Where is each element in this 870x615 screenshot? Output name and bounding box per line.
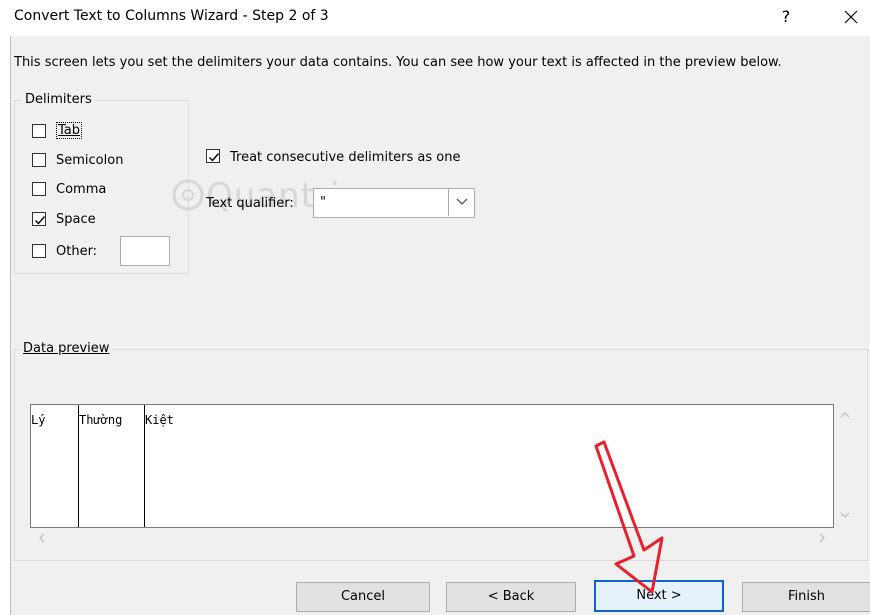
- space-label[interactable]: Space: [56, 212, 96, 227]
- horizontal-scrollbar[interactable]: [30, 528, 834, 548]
- back-button[interactable]: < Back: [446, 582, 576, 612]
- checkmark-icon: [209, 153, 220, 162]
- watermark-icon: [172, 179, 204, 211]
- tab-label[interactable]: Tab: [56, 122, 83, 139]
- chevron-up-icon: [840, 412, 850, 418]
- consecutive-label[interactable]: Treat consecutive delimiters as one: [230, 150, 460, 165]
- tab-checkbox[interactable]: [32, 124, 46, 138]
- window-title: Convert Text to Columns Wizard - Step 2 …: [14, 8, 329, 24]
- finish-button-label: Finish: [787, 589, 825, 604]
- tab-label-text: Tab: [58, 123, 81, 138]
- chevron-right-icon: [819, 533, 825, 543]
- close-icon: [844, 10, 858, 24]
- other-checkbox[interactable]: [32, 244, 46, 258]
- preview-cell: Kiệt: [145, 413, 174, 427]
- help-button[interactable]: ?: [772, 4, 800, 30]
- data-preview-legend: Data preview: [20, 341, 113, 356]
- consecutive-checkbox[interactable]: [206, 149, 220, 163]
- other-delimiter-input[interactable]: [120, 236, 170, 266]
- space-checkbox[interactable]: [32, 212, 46, 226]
- preview-cell: Lý: [31, 413, 46, 427]
- checkmark-icon: [35, 216, 46, 225]
- semicolon-label[interactable]: Semicolon: [56, 153, 123, 168]
- comma-label[interactable]: Comma: [56, 182, 106, 197]
- data-preview-grid[interactable]: Lý Thường Kiệt: [30, 404, 834, 528]
- chevron-down-icon: [840, 512, 850, 518]
- chevron-down-icon: [456, 198, 468, 205]
- text-qualifier-value: ": [320, 195, 326, 210]
- annotation-arrow-icon: [594, 440, 664, 594]
- back-button-label: < Back: [487, 589, 535, 604]
- data-preview-legend-text: Data preview: [23, 341, 110, 356]
- text-qualifier-dropdown[interactable]: [448, 188, 475, 216]
- instruction-text: This screen lets you set the delimiters …: [14, 55, 782, 70]
- close-button[interactable]: [836, 4, 866, 30]
- finish-button[interactable]: Finish: [742, 582, 870, 612]
- comma-checkbox[interactable]: [32, 182, 46, 196]
- chevron-left-icon: [39, 533, 45, 543]
- preview-cell: Thường: [79, 413, 123, 427]
- text-qualifier-label: Text qualifier:: [206, 196, 294, 211]
- cancel-button[interactable]: Cancel: [296, 582, 430, 612]
- other-label[interactable]: Other:: [56, 244, 97, 259]
- vertical-scrollbar[interactable]: [834, 404, 856, 528]
- delimiters-legend: Delimiters: [22, 92, 95, 107]
- semicolon-checkbox[interactable]: [32, 153, 46, 167]
